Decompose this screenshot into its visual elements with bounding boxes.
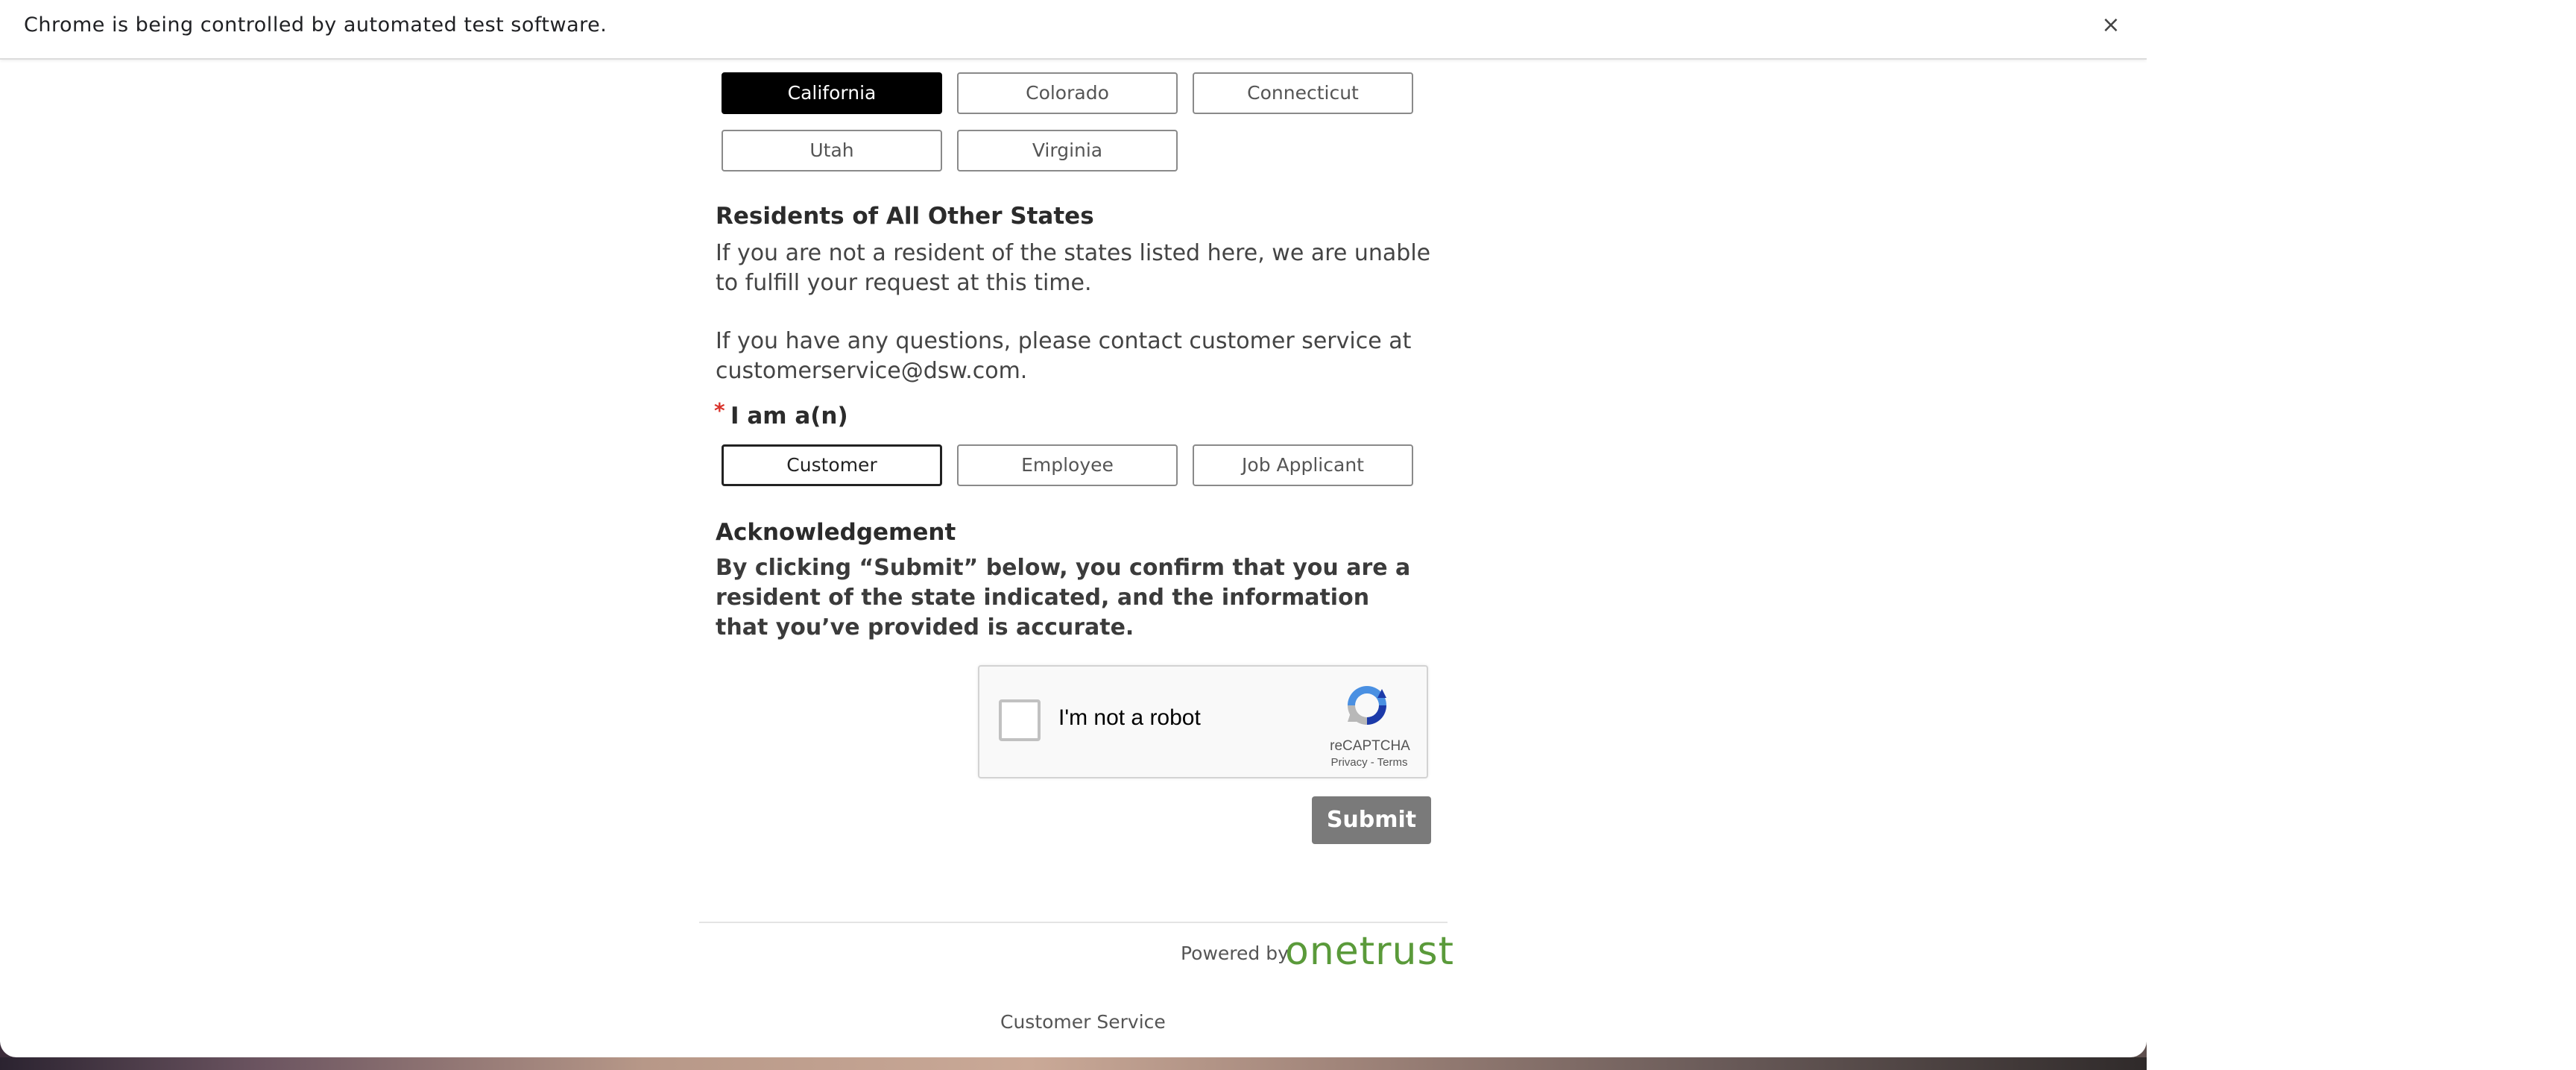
state-button-california[interactable]: California (722, 72, 942, 114)
recaptcha-label: I'm not a robot (1058, 705, 1201, 730)
recaptcha-checkbox[interactable] (999, 699, 1041, 741)
role-button-employee[interactable]: Employee (957, 444, 1178, 486)
role-button-customer[interactable]: Customer (722, 444, 942, 486)
state-button-virginia[interactable]: Virginia (957, 130, 1178, 171)
browser-window: Chrome is being controlled by automated … (0, 0, 2147, 1057)
recaptcha-privacy-terms-links[interactable]: Privacy - Terms (1321, 756, 1418, 769)
contact-text: If you have any questions, please contac… (716, 328, 1412, 384)
powered-by-label: Powered by (1181, 942, 1289, 964)
close-icon[interactable]: × (2096, 10, 2126, 40)
submit-button[interactable]: Submit (1312, 796, 1431, 844)
infobar-message: Chrome is being controlled by automated … (24, 13, 607, 37)
state-button-connecticut[interactable]: Connecticut (1193, 72, 1413, 114)
automation-infobar: Chrome is being controlled by automated … (0, 0, 2147, 60)
other-states-text: If you are not a resident of the states … (716, 240, 1431, 296)
role-button-job-applicant[interactable]: Job Applicant (1193, 444, 1413, 486)
state-button-utah[interactable]: Utah (722, 130, 942, 171)
recaptcha-widget: I'm not a robot reCAPTCHA Privacy - Term… (978, 665, 1428, 778)
recaptcha-brand: reCAPTCHA (1330, 738, 1410, 754)
footer-divider (699, 922, 1448, 923)
role-label: I am a(n) (730, 403, 848, 429)
recaptcha-logo-icon (1348, 686, 1386, 725)
acknowledgement-heading: Acknowledgement (716, 519, 956, 546)
page-background-right (2147, 0, 2576, 1070)
background-image-strip (0, 1057, 2147, 1070)
acknowledgement-text: By clicking “Submit” below, you confirm … (716, 555, 1411, 641)
other-states-heading: Residents of All Other States (716, 203, 1094, 230)
onetrust-logo[interactable]: onetrust (1285, 929, 1454, 974)
customer-service-link[interactable]: Customer Service (1000, 1011, 1166, 1033)
state-button-colorado[interactable]: Colorado (957, 72, 1178, 114)
required-indicator: * (714, 398, 725, 423)
